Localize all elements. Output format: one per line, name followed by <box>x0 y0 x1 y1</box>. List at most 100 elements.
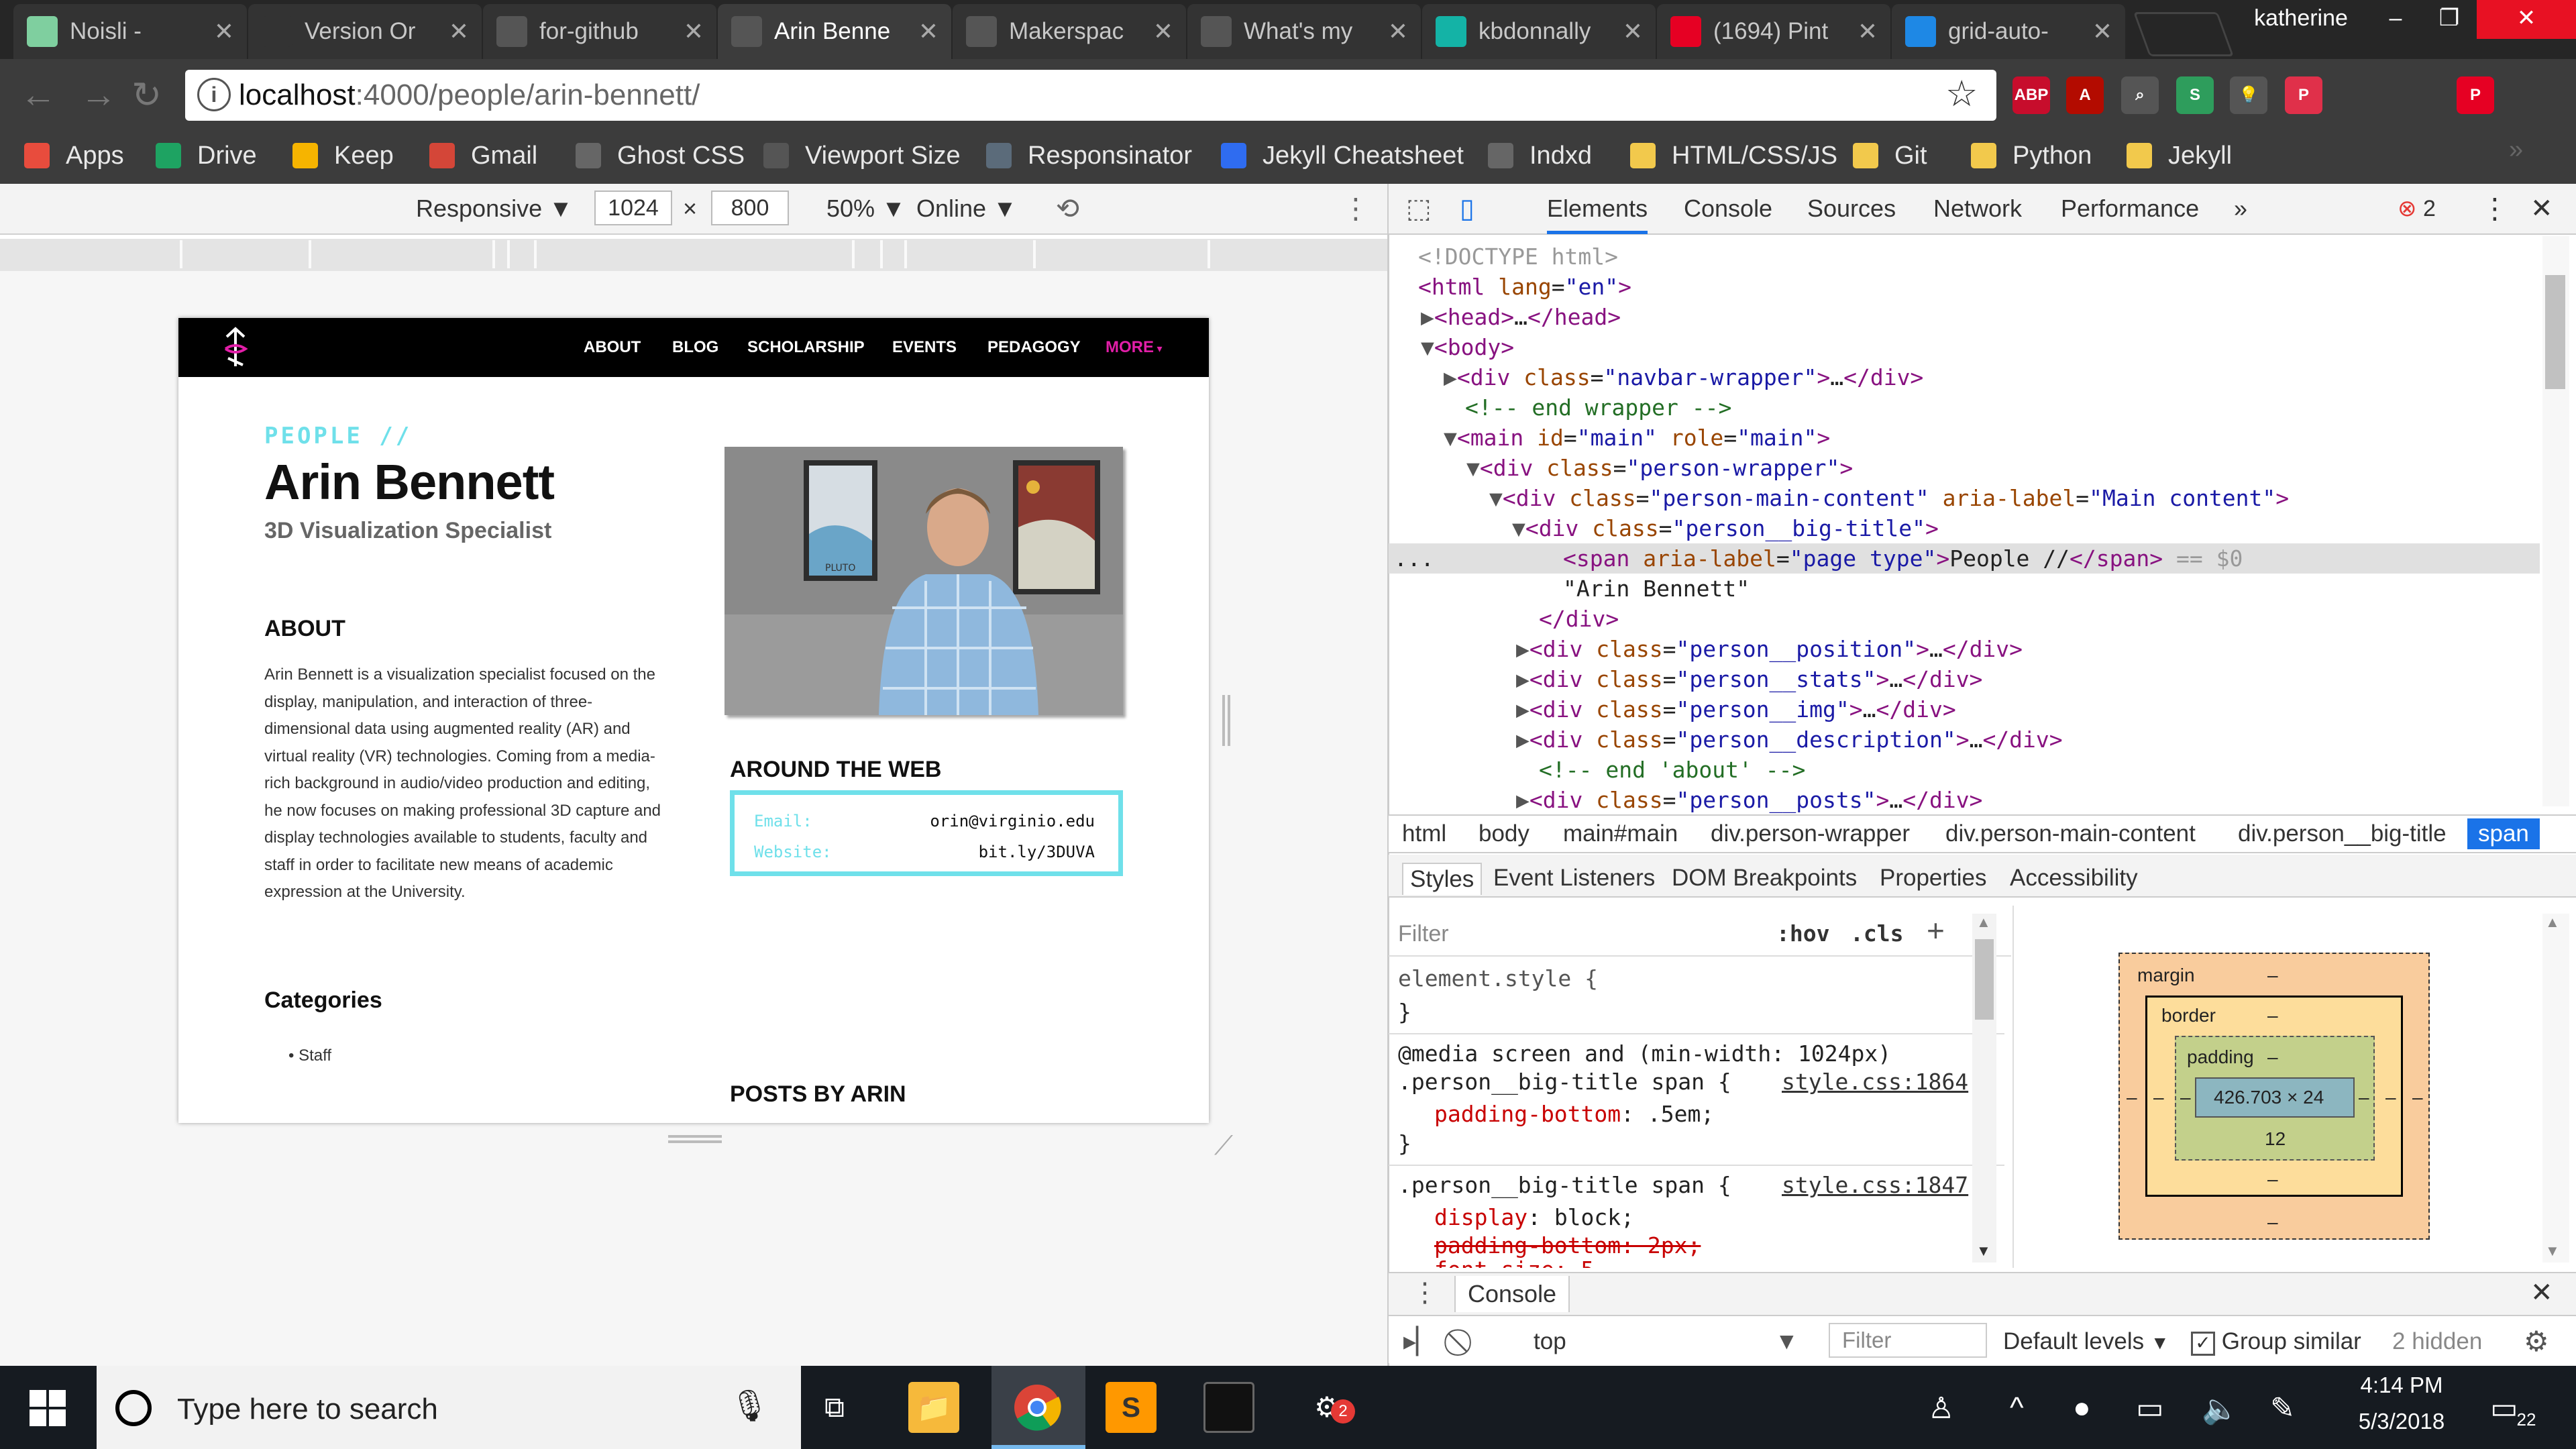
expand-arrow-icon[interactable]: ▶ <box>1444 364 1457 390</box>
expand-arrow-icon[interactable]: ▶ <box>1421 304 1434 330</box>
device-toggle-icon[interactable]: ▯ <box>1460 192 1474 225</box>
resize-handle-right[interactable] <box>1222 695 1230 746</box>
ruler-segment[interactable] <box>852 240 855 268</box>
clock-date[interactable]: 5/3/2018 <box>2341 1409 2462 1434</box>
context-select[interactable]: top <box>1534 1327 1566 1356</box>
console-filter-input[interactable]: Filter <box>1829 1323 1987 1358</box>
tab-close-icon[interactable]: ✕ <box>1150 17 1177 46</box>
browser-tab[interactable]: Makerspac ✕ <box>953 4 1186 59</box>
expand-arrow-icon[interactable]: ▶ <box>1516 636 1529 662</box>
new-style-rule-icon[interactable]: + <box>1927 914 1945 947</box>
viewport-width-input[interactable]: 1024 <box>594 191 672 225</box>
close-window-button[interactable]: ✕ <box>2477 0 2576 39</box>
console-sidebar-icon[interactable]: ▸▏ <box>1403 1327 1436 1356</box>
tab-console[interactable]: Console <box>1684 192 1772 225</box>
tray-expand-icon[interactable]: ^ <box>2010 1391 2024 1425</box>
log-levels-select[interactable]: Default levels ▼ <box>2003 1327 2169 1358</box>
tab-close-icon[interactable]: ✕ <box>680 17 707 46</box>
browser-tab[interactable]: (1694) Pint ✕ <box>1657 4 1890 59</box>
more-options-icon[interactable]: ⋮ <box>1342 192 1370 225</box>
tab-performance[interactable]: Performance <box>2061 192 2199 225</box>
category-item[interactable]: • Staff <box>288 1046 331 1065</box>
rotate-icon[interactable]: ⟲ <box>1056 192 1079 225</box>
tab-network[interactable]: Network <box>1933 192 2022 225</box>
breadcrumb-person-wrapper[interactable]: div.person-wrapper <box>1711 818 1910 849</box>
back-arrow-icon[interactable]: ← <box>20 74 56 115</box>
microphone-icon[interactable]: 🎙 <box>730 1387 769 1424</box>
bookmark-item[interactable]: Git <box>1853 136 1927 176</box>
sublime-text-icon[interactable]: S <box>1106 1382 1157 1433</box>
terminal-icon[interactable] <box>1203 1382 1254 1433</box>
dom-scroll-thumb[interactable] <box>2545 275 2565 389</box>
tab-accessibility[interactable]: Accessibility <box>2010 863 2138 894</box>
drawer-tab-console[interactable]: Console <box>1454 1276 1570 1312</box>
rule2-selector[interactable]: .person__big-title span { <box>1398 1171 1731 1199</box>
dom-line-img[interactable]: ▶<div class="person__img">…</div> <box>1516 694 1956 724</box>
file-explorer-icon[interactable]: 📁 <box>908 1382 959 1433</box>
forward-arrow-icon[interactable]: → <box>80 74 117 115</box>
pocket-icon[interactable]: P <box>2285 76 2322 114</box>
search-tool-icon[interactable]: ⌕ <box>2121 76 2159 114</box>
expand-arrow-icon[interactable]: ▶ <box>1516 787 1529 813</box>
viewport-height-input[interactable]: 800 <box>711 191 789 225</box>
maximize-button[interactable]: ❐ <box>2423 0 2475 39</box>
browser-tab[interactable]: Version Or ✕ <box>248 4 482 59</box>
dom-line-html[interactable]: <html lang="en"> <box>1418 272 1631 302</box>
ruler-segment[interactable] <box>309 240 311 268</box>
zoom-select[interactable]: 50% ▼ <box>826 192 906 225</box>
tab-close-icon[interactable]: ✕ <box>2089 17 2116 46</box>
styles-scroll-thumb[interactable] <box>1975 939 1994 1020</box>
breadcrumb-html[interactable]: html <box>1402 818 1446 849</box>
rule2-source-link[interactable]: style.css:1847 <box>1782 1171 1968 1199</box>
bookmark-item[interactable]: Ghost CSS <box>576 136 745 176</box>
site-logo-icon[interactable] <box>219 326 252 369</box>
scroll-down-icon[interactable]: ▼ <box>2545 1242 2560 1260</box>
scroll-up-icon[interactable]: ▲ <box>1976 914 1991 931</box>
breadcrumb-body[interactable]: body <box>1479 818 1529 849</box>
expand-arrow-icon[interactable]: ▶ <box>1516 727 1529 753</box>
devtools-menu-icon[interactable]: ⋮ <box>2481 192 2509 225</box>
collapse-arrow-icon[interactable]: ▼ <box>1421 334 1434 360</box>
address-url[interactable]: localhost:4000/people/arin-bennett/ <box>239 74 700 117</box>
console-settings-icon[interactable]: ⚙ <box>2524 1327 2549 1356</box>
rule1-declaration[interactable]: padding-bottom: .5em; <box>1434 1100 1714 1128</box>
tab-event-listeners[interactable]: Event Listeners <box>1493 863 1655 894</box>
ruler-segment[interactable] <box>180 240 182 268</box>
bookmark-item[interactable]: Keep <box>292 136 394 176</box>
rule2-declaration-display[interactable]: display: block; <box>1434 1203 1634 1232</box>
nav-scholarship[interactable]: SCHOLARSHIP <box>747 337 865 358</box>
styles-filter-input[interactable]: Filter <box>1398 919 1449 949</box>
collapse-arrow-icon[interactable]: ▼ <box>1489 485 1503 511</box>
tabs-overflow-icon[interactable]: » <box>2234 192 2247 225</box>
dom-line-person-wrapper[interactable]: ▼<div class="person-wrapper"> <box>1466 453 1853 483</box>
dom-line-text-node[interactable]: "Arin Bennett" <box>1563 574 1750 604</box>
bookmark-star-icon[interactable]: ☆ <box>1945 72 1978 115</box>
bookmark-item[interactable]: Drive <box>156 136 257 176</box>
profile-button[interactable]: katherine <box>2234 0 2368 39</box>
bookmark-item[interactable]: Python <box>1971 136 2092 176</box>
tab-dom-breakpoints[interactable]: DOM Breakpoints <box>1672 863 1857 894</box>
dom-line-span-selected[interactable]: <span aria-label="page type">People //</… <box>1563 543 2243 574</box>
collapse-arrow-icon[interactable]: ▼ <box>1512 515 1525 541</box>
rule1-selector[interactable]: .person__big-title span { <box>1398 1068 1731 1096</box>
dom-row-dots[interactable]: ... <box>1394 543 1434 574</box>
dom-line-head[interactable]: ▶<head>…</head> <box>1421 302 1621 332</box>
ruler-segment[interactable] <box>492 240 495 268</box>
ruler-segment[interactable] <box>880 240 883 268</box>
element-style-rule[interactable]: element.style { <box>1398 965 1598 993</box>
ruler-segment[interactable] <box>1208 240 1210 268</box>
nav-pedagogy[interactable]: PEDAGOGY <box>987 337 1081 358</box>
taskbar-search-input[interactable]: Type here to search <box>177 1391 438 1428</box>
ruler-segment[interactable] <box>507 240 510 268</box>
bookmark-item[interactable]: Indxd <box>1488 136 1592 176</box>
collapse-arrow-icon[interactable]: ▼ <box>1444 425 1457 451</box>
bookmark-item[interactable]: Jekyll <box>2127 136 2232 176</box>
adblock-plus-icon[interactable]: ABP <box>2012 76 2050 114</box>
dom-line-div-close[interactable]: </div> <box>1539 604 1619 634</box>
volume-icon[interactable]: 🔈 <box>2202 1391 2239 1426</box>
dom-line-main[interactable]: ▼<main id="main" role="main"> <box>1444 423 1830 453</box>
rule2-overridden-declaration[interactable]: padding-bottom: 2px; <box>1434 1232 1701 1260</box>
network-throttle-select[interactable]: Online ▼ <box>916 192 1017 225</box>
bookmark-item[interactable]: Responsinator <box>986 136 1192 176</box>
expand-arrow-icon[interactable]: ▶ <box>1516 666 1529 692</box>
